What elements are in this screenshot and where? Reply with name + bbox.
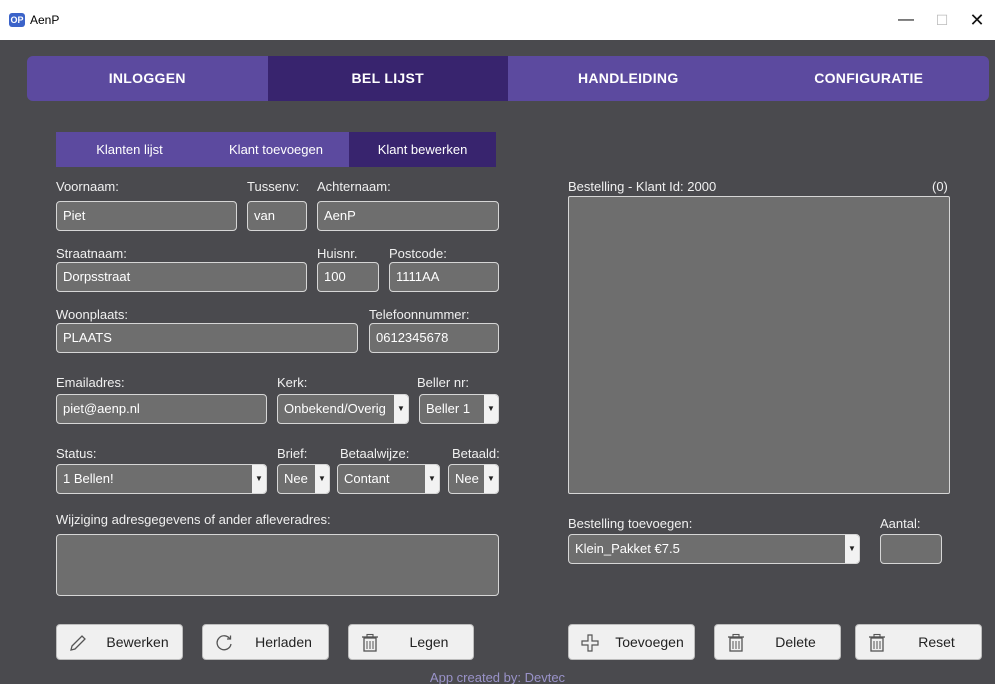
beller-label: Beller nr: [417,375,470,390]
betaalwijze-label: Betaalwijze: [340,446,410,461]
legen-button[interactable]: Legen [348,624,474,660]
chevron-down-icon: ▼ [484,395,498,423]
beller-value: Beller 1 [426,401,471,416]
straatnaam-label: Straatnaam: [56,246,127,261]
toevoegen-button[interactable]: Toevoegen [568,624,695,660]
voornaam-input[interactable]: Piet [56,201,237,231]
status-select[interactable]: 1 Bellen! ▼ [56,464,267,494]
subtab-klant-toevoegen[interactable]: Klant toevoegen [203,132,349,167]
product-select[interactable]: Klein_Pakket €7.5 ▼ [568,534,860,564]
subtab-klant-bewerken[interactable]: Klant bewerken [349,132,496,167]
tab-configuratie[interactable]: CONFIGURATIE [749,56,990,101]
chevron-down-icon: ▼ [315,465,329,493]
chevron-down-icon: ▼ [845,535,859,563]
telefoon-label: Telefoonnummer: [369,307,470,322]
chevron-down-icon: ▼ [252,465,266,493]
woonplaats-input[interactable]: PLAATS [56,323,358,353]
reset-button[interactable]: Reset [855,624,982,660]
bestelling-toevoegen-label: Bestelling toevoegen: [568,516,693,531]
betaald-select[interactable]: Nee ▼ [448,464,499,494]
bestelling-header: Bestelling - Klant Id: 2000 [568,179,716,194]
legen-label: Legen [409,634,449,650]
voornaam-label: Voornaam: [56,179,119,194]
tab-inloggen[interactable]: INLOGGEN [27,56,268,101]
brief-label: Brief: [277,446,308,461]
tab-bel-lijst[interactable]: BEL LIJST [267,56,508,101]
brief-select[interactable]: Nee ▼ [277,464,330,494]
sub-nav: Klanten lijst Klant toevoegen Klant bewe… [56,132,496,167]
order-count: (0) [932,179,948,194]
chevron-down-icon: ▼ [394,395,408,423]
order-list[interactable] [568,196,950,494]
herladen-button[interactable]: Herladen [202,624,329,660]
email-input[interactable]: piet@aenp.nl [56,394,267,424]
subtab-klanten-lijst[interactable]: Klanten lijst [56,132,203,167]
straatnaam-input[interactable]: Dorpsstraat [56,262,307,292]
email-label: Emailadres: [56,375,125,390]
main-nav: INLOGGEN BEL LIJST HANDLEIDING CONFIGURA… [27,56,989,101]
telefoon-input[interactable]: 0612345678 [369,323,499,353]
product-value: Klein_Pakket €7.5 [575,541,680,556]
status-label: Status: [56,446,97,461]
huisnr-input[interactable]: 100 [317,262,379,292]
kerk-value: Onbekend/Overig [284,401,386,416]
huisnr-label: Huisnr. [317,246,358,261]
beller-select[interactable]: Beller 1 ▼ [419,394,499,424]
trash-icon [362,633,378,652]
status-value: 1 Bellen! [63,471,114,486]
betaalwijze-value: Contant [344,471,390,486]
woonplaats-label: Woonplaats: [56,307,129,322]
refresh-icon [216,635,232,651]
trash-icon [869,633,885,652]
tussenv-label: Tussenv: [247,179,300,194]
aantal-label: Aantal: [880,516,921,531]
minimize-button[interactable]: — [891,8,921,32]
wijziging-textarea[interactable] [56,534,499,596]
plus-icon [581,634,599,652]
window-title: AenP [30,13,60,27]
chevron-down-icon: ▼ [484,465,498,493]
chevron-down-icon: ▼ [425,465,439,493]
achternaam-label: Achternaam: [317,179,391,194]
delete-label: Delete [775,634,816,650]
app-logo-icon: OP [9,13,25,27]
bewerken-label: Bewerken [106,634,169,650]
betaalwijze-select[interactable]: Contant ▼ [337,464,440,494]
brief-value: Nee [284,471,308,486]
klant-id: 2000 [687,179,717,194]
delete-button[interactable]: Delete [714,624,841,660]
footer-credit: App created by: Devtec [429,670,566,684]
aantal-input[interactable] [880,534,942,564]
wijziging-label: Wijziging adresgegevens of ander aflever… [56,512,331,527]
title-bar: OP AenP — ☐ ✕ [0,0,995,40]
betaald-value: Nee [455,471,479,486]
trash-icon [728,633,744,652]
close-button[interactable]: ✕ [962,8,992,32]
postcode-label: Postcode: [389,246,447,261]
app-body: INLOGGEN BEL LIJST HANDLEIDING CONFIGURA… [0,40,995,684]
herladen-label: Herladen [255,634,312,650]
reset-label: Reset [918,634,955,650]
betaald-label: Betaald: [452,446,500,461]
tussenv-input[interactable]: van [247,201,307,231]
pencil-icon [70,635,86,651]
postcode-input[interactable]: 1111AA [389,262,499,292]
kerk-select[interactable]: Onbekend/Overig ▼ [277,394,409,424]
tab-handleiding[interactable]: HANDLEIDING [508,56,749,101]
toevoegen-label: Toevoegen [615,634,684,650]
bestelling-label: Bestelling - Klant Id: [568,179,684,194]
kerk-label: Kerk: [277,375,308,390]
bewerken-button[interactable]: Bewerken [56,624,183,660]
maximize-button[interactable]: ☐ [927,8,957,32]
achternaam-input[interactable]: AenP [317,201,499,231]
